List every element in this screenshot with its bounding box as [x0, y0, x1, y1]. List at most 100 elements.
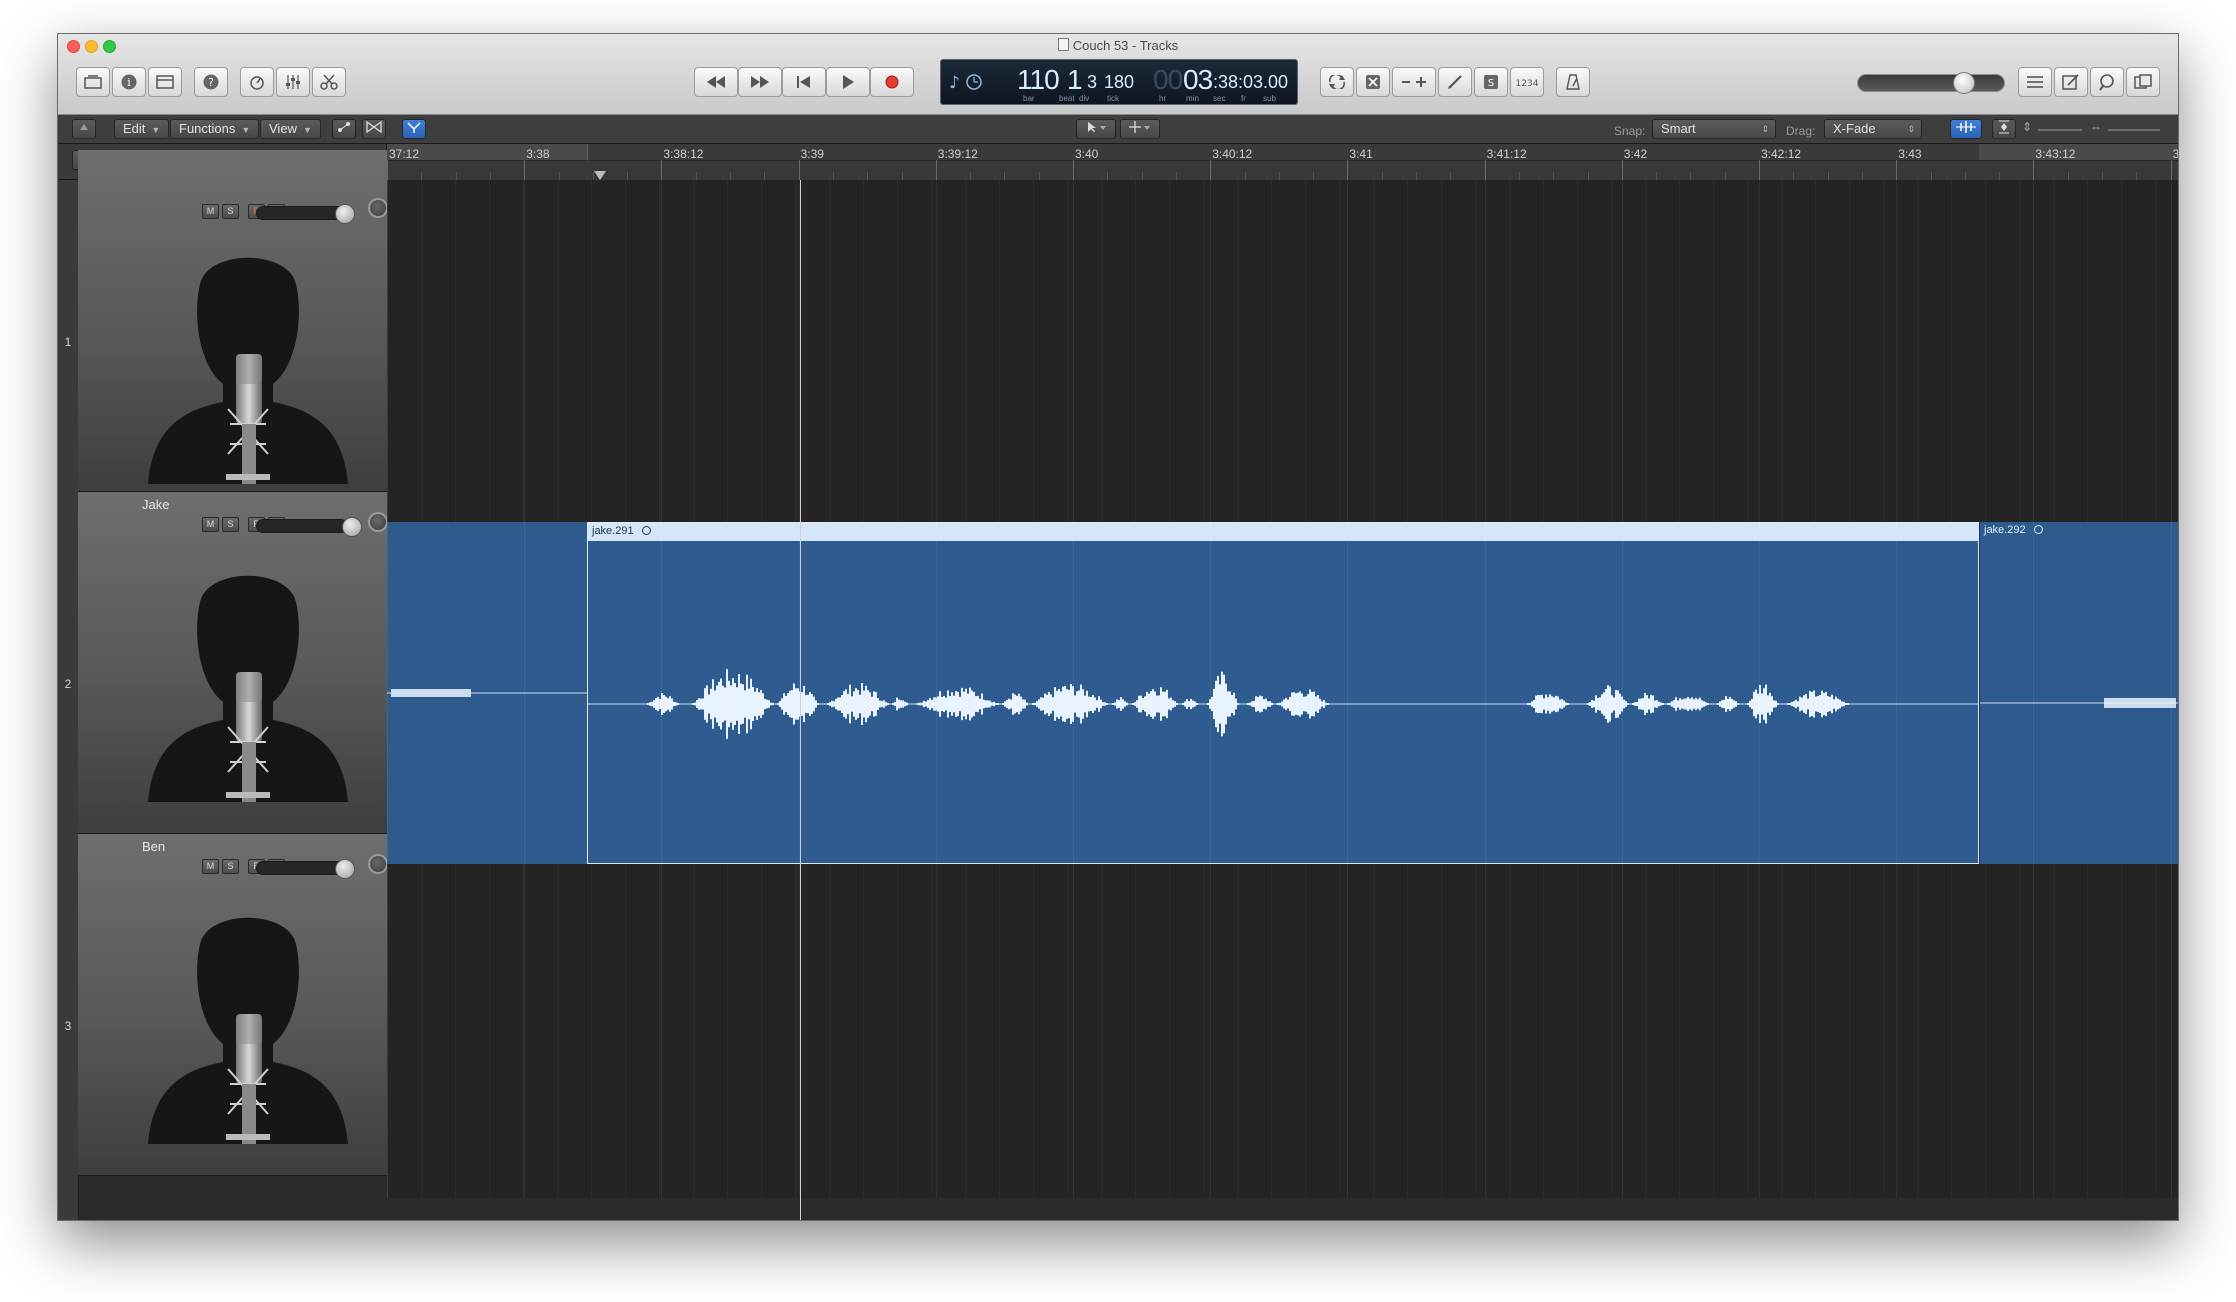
flex-button[interactable] [362, 119, 386, 139]
grid-line [1073, 864, 1074, 1206]
solo-button[interactable]: S [222, 517, 239, 532]
ruler-tick [661, 160, 663, 180]
pointer-tool-menu[interactable] [1076, 119, 1116, 139]
toolbar-button[interactable] [148, 67, 182, 97]
track-number-3: 3 [64, 1019, 72, 1033]
mute-button[interactable]: M [202, 859, 219, 874]
audio-region[interactable] [387, 522, 587, 864]
playhead-handle[interactable] [594, 171, 606, 180]
solo-button[interactable]: S [222, 859, 239, 874]
rewind-button[interactable] [694, 67, 738, 97]
track-header-1[interactable]: M S R I [78, 150, 387, 492]
pan-knob[interactable] [368, 854, 387, 874]
record-button[interactable] [870, 67, 914, 97]
quick-help-button[interactable]: ? [194, 67, 228, 97]
fit-vertical-button[interactable] [1992, 119, 2016, 139]
track-volume-knob[interactable] [342, 517, 362, 537]
lcd-tick: 180 [1104, 72, 1135, 92]
track-lane-2[interactable]: jake.291 jake.292 [387, 522, 2178, 865]
chevron-down-icon: ▼ [302, 125, 312, 135]
track-header-3[interactable]: Ben M S R I [78, 834, 387, 1176]
metronome-button[interactable] [1556, 67, 1590, 97]
replace-button[interactable] [1392, 67, 1436, 97]
waveform-zoom-icon [1956, 121, 1976, 133]
ruler-minor-tick [1141, 172, 1143, 180]
lcd-display[interactable]: ♪ 110 1 3 180 00 03 :38:03.00 bar beat d… [940, 59, 1298, 105]
horizontal-zoom-slider[interactable] [2108, 129, 2160, 131]
grid-line [1347, 864, 1349, 1206]
empty-lane-area[interactable] [387, 1198, 2178, 1220]
editors-button[interactable] [312, 67, 346, 97]
audio-region-selected[interactable]: jake.291 [587, 522, 1979, 864]
grid-line [935, 180, 937, 522]
mute-button[interactable]: M [202, 517, 219, 532]
track-volume-slider[interactable] [256, 519, 348, 533]
playhead[interactable] [800, 180, 801, 1220]
lcd-label-bar: bar [1023, 94, 1035, 103]
secondary-tool-menu[interactable] [1120, 119, 1160, 139]
grid-line [661, 180, 663, 522]
track-lane-3[interactable] [387, 864, 2178, 1207]
tracks-area[interactable]: jake.291 jake.292 [387, 180, 2178, 1220]
edit-menu[interactable]: Edit ▼ [114, 119, 170, 139]
track-number-2: 2 [64, 677, 72, 691]
pan-knob[interactable] [368, 512, 387, 532]
functions-menu[interactable]: Functions ▼ [170, 119, 260, 139]
tuner-button[interactable] [1356, 67, 1390, 97]
rewind-icon [707, 76, 725, 88]
catch-button[interactable] [402, 119, 426, 139]
automation-button[interactable] [332, 119, 356, 139]
count-in-button[interactable]: 1234 [1510, 67, 1544, 97]
play-button[interactable] [826, 67, 870, 97]
track-volume-knob[interactable] [335, 204, 355, 224]
track-lane-1[interactable] [387, 180, 2178, 523]
master-volume-knob[interactable] [1953, 72, 1975, 94]
ruler-minor-tick [1930, 172, 1932, 180]
autopunch-button[interactable] [1438, 67, 1472, 97]
mixer-button[interactable] [276, 67, 310, 97]
snap-select[interactable]: Smart ⇕ [1652, 119, 1776, 139]
notepad-button[interactable] [2054, 67, 2088, 97]
grid-line [1759, 180, 1760, 522]
track-volume-knob[interactable] [335, 859, 355, 879]
grid-line [2170, 180, 2172, 522]
ruler-minor-tick [1999, 172, 2001, 180]
grid-line [935, 864, 937, 1206]
back-button[interactable] [72, 119, 96, 139]
library-button[interactable] [76, 67, 110, 97]
ruler-minor-tick [764, 172, 766, 180]
master-volume-slider[interactable] [1857, 74, 2005, 92]
lcd-div: 3 [1087, 72, 1098, 92]
cycle-button[interactable] [1320, 67, 1354, 97]
go-to-start-button[interactable] [782, 67, 826, 97]
fast-forward-button[interactable] [738, 67, 782, 97]
chevron-updown-icon: ⇕ [1907, 124, 1915, 134]
lcd-label-tick: tick [1107, 94, 1119, 103]
ruler-tick [1896, 160, 1898, 180]
ruler-tick [1347, 160, 1349, 180]
grid-line [1484, 864, 1486, 1206]
track-name[interactable]: Ben [142, 839, 165, 854]
timeline-ruler[interactable]: 37:12 3:38 3:38:12 3:39 3:39:12 3:40 3:40:12 3:… [387, 144, 2178, 181]
inspector-button[interactable]: i [112, 67, 146, 97]
ruler-tick-label: 3:39 [800, 147, 824, 161]
pan-knob[interactable] [368, 198, 387, 218]
list-editors-button[interactable] [2018, 67, 2052, 97]
track-name[interactable]: Jake [142, 497, 169, 512]
smart-controls-button[interactable] [240, 67, 274, 97]
browser-button[interactable] [2126, 67, 2160, 97]
ruler-tick-label: 3:39:12 [937, 147, 978, 161]
fit-vertical-icon [1999, 120, 2009, 134]
solo-button[interactable]: S [222, 204, 239, 219]
vertical-zoom-slider[interactable] [2038, 129, 2082, 131]
grid-line [1484, 180, 1486, 522]
mute-button[interactable]: M [202, 204, 219, 219]
logic-window: Couch 53 - Tracks i ? ♪ 110 1 3 180 00 0… [57, 33, 2179, 1221]
track-header-2[interactable]: Jake M S R I [78, 492, 387, 834]
drag-select[interactable]: X-Fade ⇕ [1824, 119, 1922, 139]
view-menu[interactable]: View ▼ [260, 119, 321, 139]
audio-region[interactable]: jake.292 [1979, 522, 2178, 864]
loop-browser-button[interactable] [2090, 67, 2124, 97]
solo-button[interactable]: S [1474, 67, 1508, 97]
waveform-zoom-button[interactable] [1950, 119, 1982, 139]
